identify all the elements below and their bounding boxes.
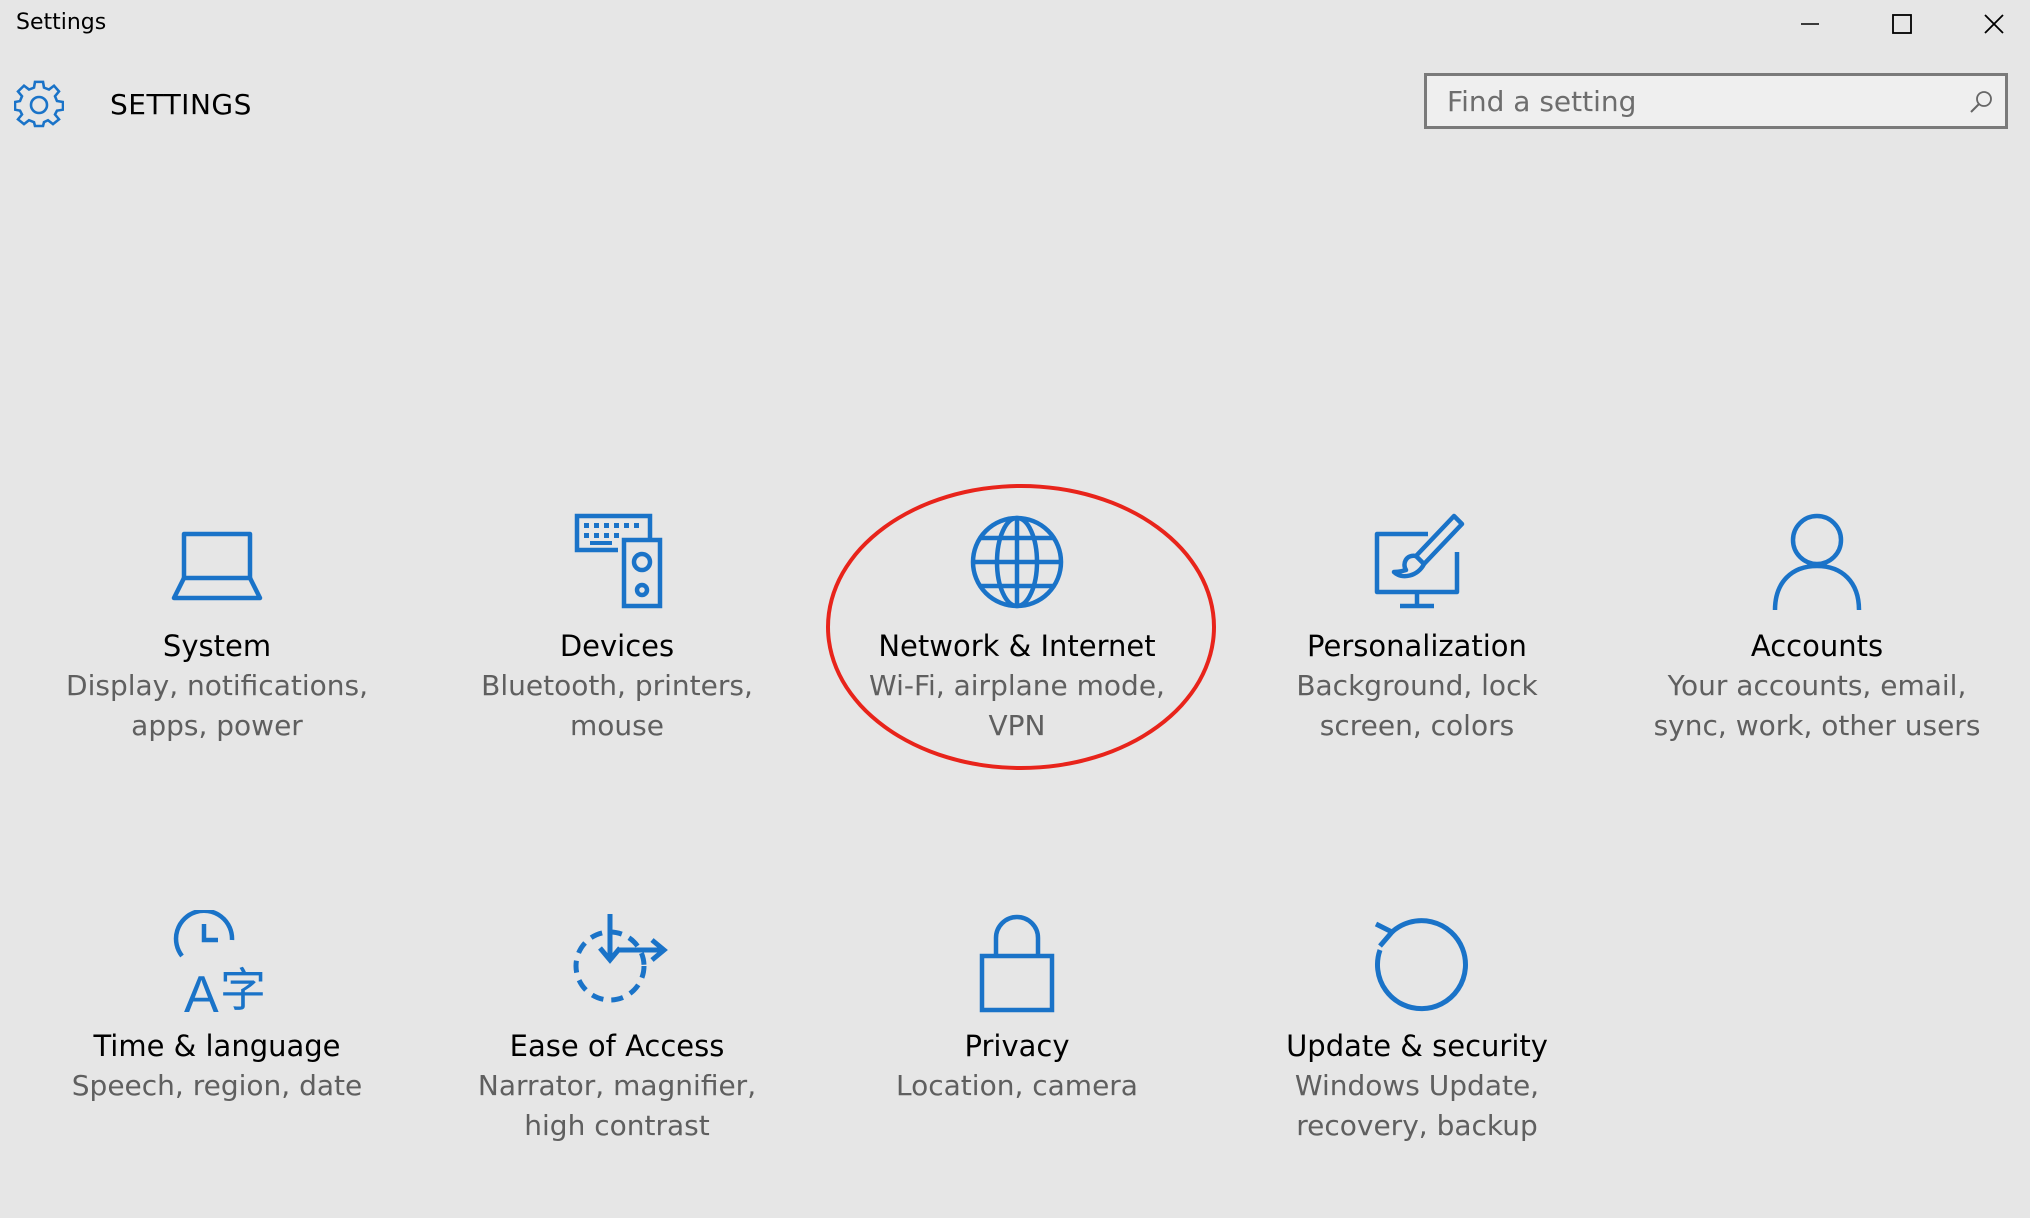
- category-description: Your accounts, email, sync, work, other …: [1653, 669, 1981, 742]
- category-description: Display, notifications, apps, power: [66, 669, 368, 742]
- close-icon: [1984, 14, 2004, 34]
- category-title: Network & Internet: [878, 629, 1156, 663]
- category-title: Ease of Access: [509, 1029, 725, 1063]
- ease-of-access-icon: [573, 914, 668, 1003]
- category-title: Update & security: [1286, 1029, 1548, 1063]
- category-update-security[interactable]: Update & security Windows Update, recove…: [1217, 910, 1617, 1146]
- category-time-language[interactable]: A 字 Time & language Speech, region, date: [17, 910, 417, 1106]
- category-description: Narrator, magnifier, high contrast: [477, 1069, 757, 1142]
- window-title: Settings: [16, 10, 107, 35]
- category-description: Bluetooth, printers, mouse: [481, 669, 753, 742]
- category-title: Accounts: [1750, 629, 1884, 663]
- category-network-internet[interactable]: Network & Internet Wi-Fi, airplane mode,…: [817, 510, 1217, 746]
- close-button[interactable]: [1948, 0, 2030, 48]
- lock-icon: [979, 914, 1055, 1013]
- category-description: Speech, region, date: [71, 1069, 363, 1102]
- category-title: Time & language: [93, 1029, 341, 1063]
- svg-text:A: A: [184, 966, 219, 1020]
- paintbrush-monitor-icon: [1374, 513, 1465, 609]
- category-privacy[interactable]: Privacy Location, camera: [817, 910, 1217, 1106]
- category-title: Devices: [559, 629, 675, 663]
- search-input[interactable]: [1427, 76, 1957, 126]
- clock-language-icon: A 字: [173, 910, 266, 1020]
- search-icon[interactable]: [1967, 88, 1995, 116]
- globe-icon: [970, 515, 1064, 609]
- category-description: Wi-Fi, airplane mode, VPN: [869, 669, 1165, 742]
- person-icon: [1772, 513, 1862, 611]
- category-title: Personalization: [1307, 629, 1527, 663]
- keyboard-speaker-icon: [574, 513, 663, 609]
- minimize-button[interactable]: [1764, 0, 1856, 48]
- minimize-icon: [1801, 23, 1819, 25]
- maximize-button[interactable]: [1856, 0, 1948, 48]
- category-system[interactable]: System Display, notifications, apps, pow…: [17, 510, 417, 746]
- search-box[interactable]: [1424, 73, 2008, 129]
- page-title: SETTINGS: [110, 88, 252, 121]
- svg-text:字: 字: [220, 963, 266, 1017]
- category-title: Privacy: [964, 1029, 1070, 1063]
- maximize-icon: [1892, 14, 1912, 34]
- category-title: System: [162, 629, 272, 663]
- category-devices[interactable]: Devices Bluetooth, printers, mouse: [417, 510, 817, 746]
- category-description: Background, lock screen, colors: [1296, 669, 1538, 742]
- refresh-icon: [1374, 918, 1468, 1012]
- gear-icon: [14, 80, 64, 128]
- title-bar: Settings: [0, 0, 2030, 48]
- category-personalization[interactable]: Personalization Background, lock screen,…: [1217, 510, 1617, 746]
- category-accounts[interactable]: Accounts Your accounts, email, sync, wor…: [1617, 510, 2017, 746]
- category-description: Windows Update, recovery, backup: [1294, 1069, 1540, 1142]
- category-ease-of-access[interactable]: Ease of Access Narrator, magnifier, high…: [417, 910, 817, 1146]
- laptop-icon: [171, 531, 263, 601]
- category-description: Location, camera: [896, 1069, 1138, 1102]
